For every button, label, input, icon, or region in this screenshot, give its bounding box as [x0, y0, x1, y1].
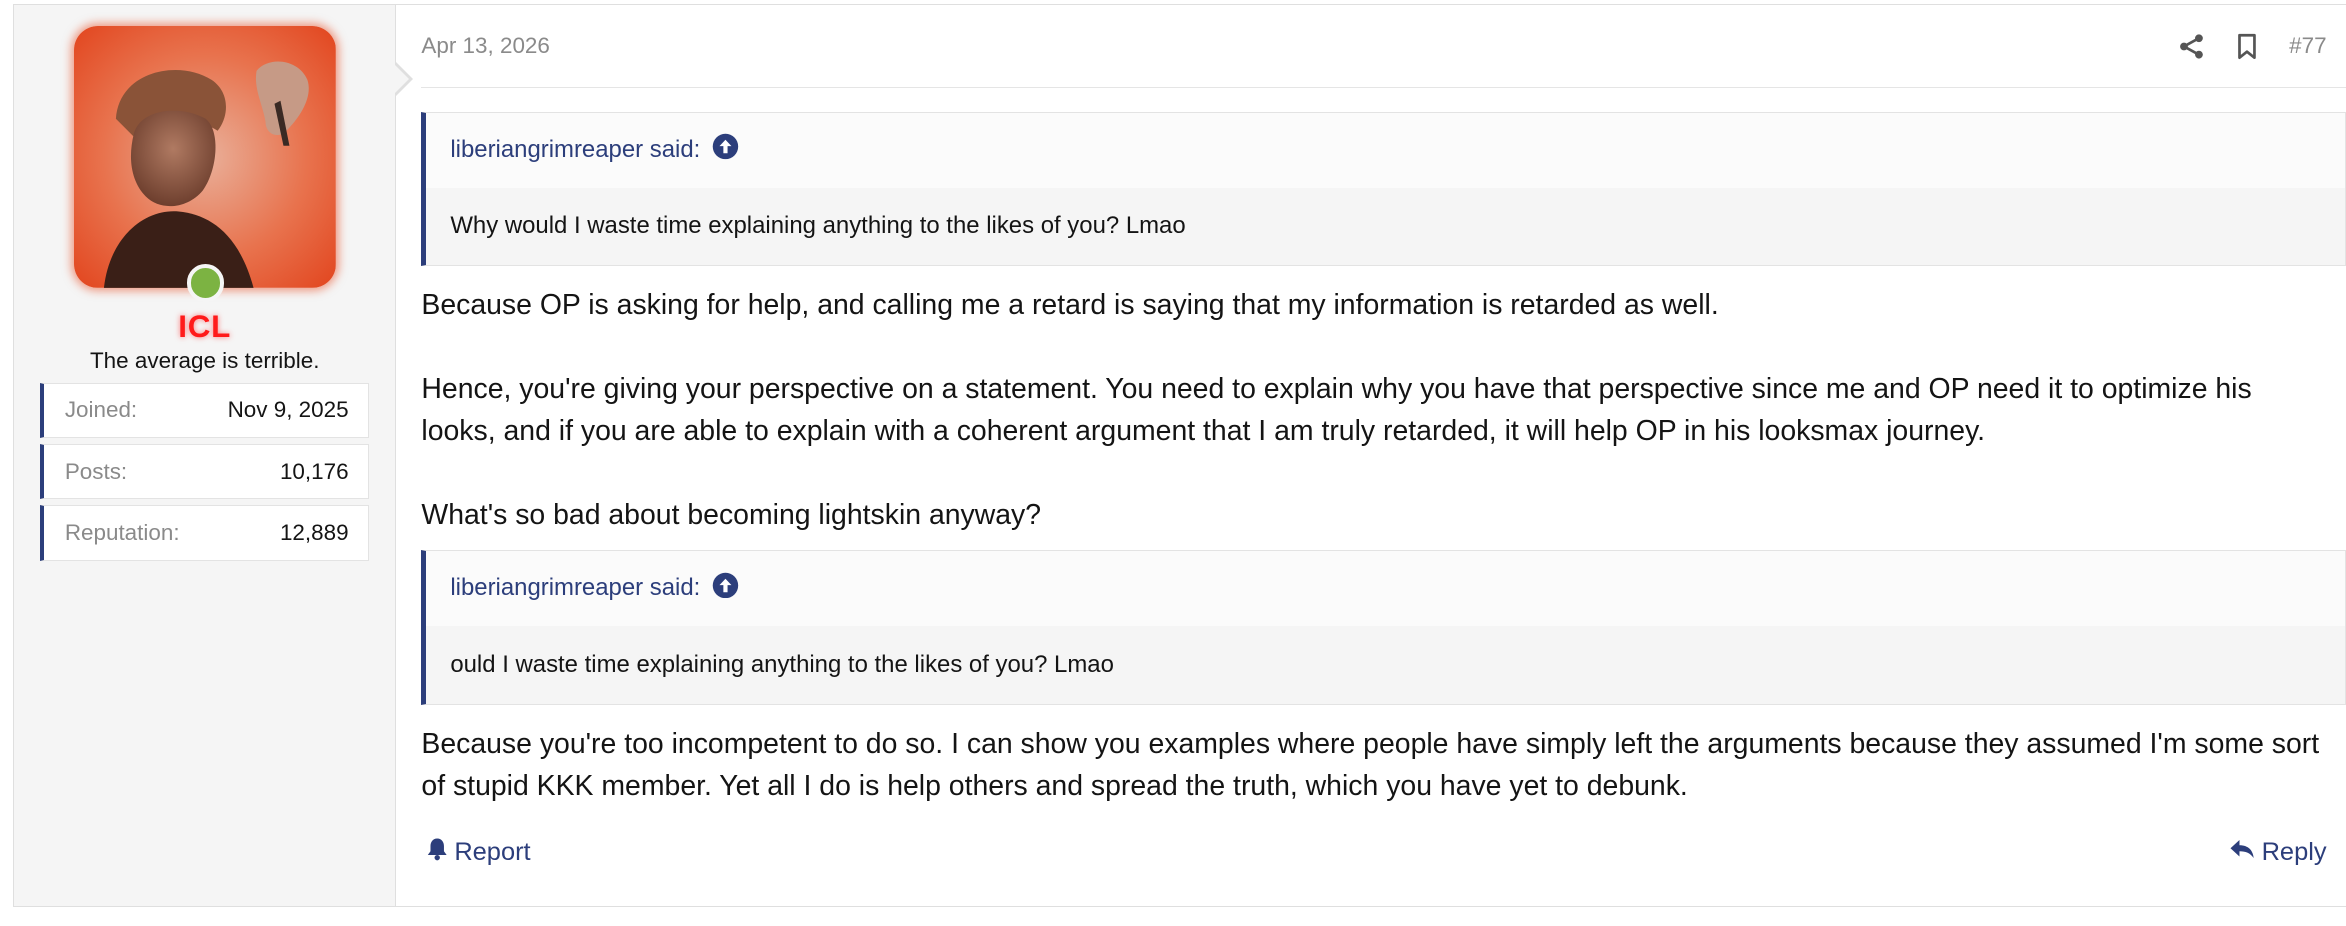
post-header: Apr 13, 2026 #77: [421, 5, 2346, 88]
quote-body: Why would I waste time explaining anythi…: [426, 187, 2346, 266]
post-paragraph: Because OP is asking for help, and calli…: [421, 289, 1719, 322]
stat-label: Reputation:: [64, 519, 180, 545]
post-paragraph: Because you're too incompetent to do so.…: [421, 727, 2320, 802]
bookmark-icon[interactable]: [2235, 33, 2259, 60]
quote-header[interactable]: liberiangrimreaper said:: [426, 113, 2345, 188]
post-paragraph: What's so bad about becoming lightskin a…: [421, 498, 1042, 531]
avatar-image: [74, 26, 337, 289]
reply-label: Reply: [2261, 838, 2327, 867]
stat-label: Joined:: [64, 397, 138, 423]
stat-value: Nov 9, 2025: [227, 397, 349, 423]
stat-joined: Joined: Nov 9, 2025: [39, 382, 370, 438]
post-number[interactable]: #77: [2289, 33, 2326, 59]
jump-up-icon[interactable]: [712, 572, 739, 606]
reply-icon: [2229, 837, 2256, 868]
post-header-actions: #77: [2178, 33, 2327, 60]
jump-up-icon[interactable]: [712, 133, 739, 167]
bell-icon: [426, 837, 448, 868]
user-sidebar: ICL The average is terrible. Joined: Nov…: [14, 5, 414, 906]
post-main: Apr 13, 2026 #77 liberiangrimreaper said…: [396, 5, 2346, 905]
user-stats: Joined: Nov 9, 2025 Posts: 10,176 Reputa…: [39, 382, 370, 567]
quote-author[interactable]: liberiangrimreaper said:: [450, 136, 700, 164]
online-status-indicator: [186, 264, 224, 302]
report-button[interactable]: Report: [426, 837, 531, 868]
reply-button[interactable]: Reply: [2229, 837, 2327, 868]
post-paragraph: Hence, you're giving your perspective on…: [421, 373, 2252, 447]
user-title: The average is terrible.: [89, 348, 320, 374]
report-label: Report: [454, 838, 531, 867]
stat-label: Posts:: [64, 458, 128, 484]
post-container: ICL The average is terrible. Joined: Nov…: [13, 4, 2346, 907]
quote-block: liberiangrimreaper said: Why would I was…: [421, 111, 2346, 267]
avatar-wrap: [74, 26, 337, 302]
quote-block: liberiangrimreaper said: ould I waste ti…: [421, 550, 2346, 705]
share-icon[interactable]: [2178, 33, 2205, 60]
quote-header[interactable]: liberiangrimreaper said:: [426, 551, 2345, 626]
stat-value: 10,176: [279, 458, 349, 484]
quote-author[interactable]: liberiangrimreaper said:: [450, 574, 700, 602]
stat-posts: Posts: 10,176: [39, 443, 370, 500]
quote-body: ould I waste time explaining anything to…: [426, 625, 2346, 704]
post-date[interactable]: Apr 13, 2026: [421, 33, 550, 59]
avatar[interactable]: [74, 26, 337, 289]
stat-value: 12,889: [279, 519, 349, 545]
username[interactable]: ICL: [14, 309, 395, 345]
stat-reputation: Reputation: 12,889: [39, 505, 370, 561]
